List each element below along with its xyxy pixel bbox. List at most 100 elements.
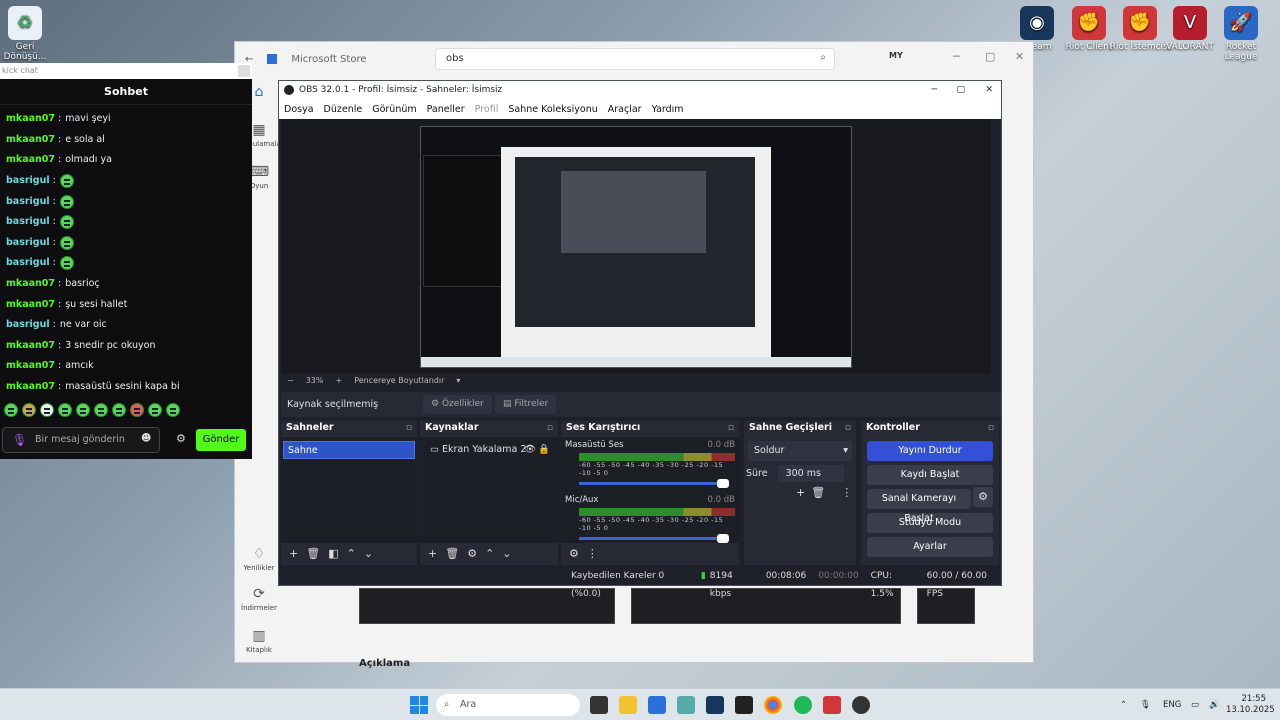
store-icon[interactable] (648, 696, 666, 714)
screenshot-thumb[interactable] (631, 588, 901, 624)
menu-file[interactable]: Dosya (284, 100, 314, 119)
menu-tools[interactable]: Araçlar (608, 100, 642, 119)
chat-username[interactable]: basrigul (6, 233, 50, 253)
valorant-icon[interactable] (823, 696, 841, 714)
scene-item[interactable]: Sahne (283, 441, 415, 459)
store-search-input[interactable]: obs ⌕ (435, 48, 835, 70)
volume-slider[interactable] (579, 534, 729, 543)
chevron-down-icon[interactable]: ⌄ (502, 543, 511, 565)
more-icon[interactable]: ⋮ (841, 486, 852, 499)
zoom-out-icon[interactable]: − (287, 373, 294, 389)
microphone-icon[interactable]: 🎙 (1140, 689, 1151, 720)
emote-icon[interactable] (76, 403, 90, 418)
close-icon[interactable]: ✕ (1015, 50, 1024, 63)
trash-icon[interactable]: 🗑 (445, 543, 459, 565)
nav-library[interactable]: ▥ Kitaplık (239, 628, 279, 654)
clock[interactable]: 21:55 13.10.2025 (1226, 694, 1275, 716)
microphone-icon[interactable]: 🎙 (12, 433, 27, 447)
user-avatar[interactable]: MY (889, 51, 903, 60)
chat-username[interactable]: basrigul (6, 212, 50, 232)
emote-icon[interactable] (58, 403, 72, 418)
chat-username[interactable]: basrigul (6, 315, 50, 335)
chat-username[interactable]: mkaan07 (6, 130, 55, 150)
volume-icon[interactable]: 🔊 (1209, 689, 1220, 720)
menu-docks[interactable]: Paneller (427, 100, 465, 119)
chevron-up-icon[interactable]: ⌃ (485, 543, 494, 565)
menu-edit[interactable]: Düzenle (324, 100, 363, 119)
gear-icon[interactable]: ⚙ (569, 543, 579, 565)
menu-profile[interactable]: Profil (475, 100, 499, 119)
screenshot-thumb[interactable] (917, 588, 975, 624)
transition-select[interactable]: Soldur ▾ (748, 441, 852, 461)
chat-username[interactable]: basrigul (6, 171, 50, 191)
emote-icon[interactable] (130, 403, 144, 418)
lock-icon[interactable]: 🔒 (538, 441, 550, 459)
add-icon[interactable]: + (289, 543, 298, 565)
menu-help[interactable]: Yardım (652, 100, 684, 119)
windows-start-icon[interactable] (410, 696, 428, 714)
add-icon[interactable]: + (796, 486, 805, 499)
trash-icon[interactable]: 🗑 (811, 486, 825, 499)
display-icon[interactable]: ▭ (1191, 689, 1199, 720)
desktop-icon-recycle-bin[interactable]: ♻ Geri Dönüşü... (0, 6, 56, 62)
chat-username[interactable]: mkaan07 (6, 377, 55, 397)
emote-icon[interactable] (112, 403, 126, 418)
emote-icon[interactable] (4, 403, 18, 418)
maximize-icon[interactable]: ▢ (956, 81, 965, 100)
spotify-icon[interactable] (794, 696, 812, 714)
snipping-tool-icon[interactable] (677, 696, 695, 714)
minimize-icon[interactable]: ─ (932, 81, 937, 100)
chevron-down-icon[interactable]: ⌄ (364, 543, 373, 565)
tray-chevron-up-icon[interactable]: ⌃ (1120, 689, 1127, 720)
emote-icon[interactable] (166, 403, 180, 418)
file-explorer-icon[interactable] (619, 696, 637, 714)
send-button[interactable]: Gönder (196, 429, 246, 451)
trash-icon[interactable]: 🗑 (306, 543, 320, 565)
filter-icon[interactable]: ◧ (328, 543, 338, 565)
close-icon[interactable]: ✕ (985, 81, 993, 100)
chat-settings-gear-icon[interactable]: ⚙ (176, 432, 186, 445)
eye-icon[interactable]: 👁 (524, 441, 536, 459)
search-icon[interactable]: ⌕ (820, 52, 826, 63)
chat-username[interactable]: mkaan07 (6, 109, 55, 129)
filters-button[interactable]: ▤ Filtreler (495, 395, 557, 414)
chat-username[interactable]: basrigul (6, 192, 50, 212)
language-indicator[interactable]: ENG (1163, 689, 1181, 720)
maximize-icon[interactable]: ▢ (985, 50, 995, 63)
chat-username[interactable]: mkaan07 (6, 356, 55, 376)
zoom-mode[interactable]: Pencereye Boyutlandır (354, 373, 444, 389)
chat-username[interactable]: mkaan07 (6, 295, 55, 315)
more-icon[interactable]: ⋮ (587, 543, 598, 565)
settings-button[interactable]: Ayarlar (867, 537, 993, 557)
taskbar-search[interactable]: ⌕ Ara (436, 694, 580, 716)
chat-close-icon[interactable] (238, 65, 250, 77)
emote-icon[interactable] (148, 403, 162, 418)
desktop-icon-rocket-league[interactable]: 🚀 Rocket League (1210, 6, 1272, 62)
duration-input[interactable]: 300 ms (777, 465, 844, 482)
menu-scene-collection[interactable]: Sahne Koleksiyonu (508, 100, 597, 119)
virtual-camera-gear-icon[interactable]: ⚙ (973, 487, 993, 507)
zoom-in-icon[interactable]: + (335, 373, 342, 389)
stop-streaming-button[interactable]: Yayını Durdur (867, 441, 993, 461)
menu-view[interactable]: Görünüm (372, 100, 416, 119)
chat-username[interactable]: mkaan07 (6, 150, 55, 170)
start-virtual-camera-button[interactable]: Sanal Kamerayı Başlat (867, 489, 971, 524)
task-view-icon[interactable] (590, 696, 608, 714)
chat-username[interactable]: mkaan07 (6, 274, 55, 294)
emote-icon[interactable] (22, 403, 36, 418)
obs-preview[interactable] (281, 119, 991, 373)
minimize-icon[interactable]: ─ (953, 50, 960, 63)
studio-mode-button[interactable]: Stüdyo Modu (867, 513, 993, 533)
chat-url-bar[interactable]: kick chat (0, 63, 252, 79)
emote-icon[interactable] (40, 403, 54, 418)
emoji-icon[interactable]: ☻ (141, 433, 151, 444)
chevron-down-icon[interactable]: ▾ (456, 373, 460, 389)
emote-icon[interactable] (94, 403, 108, 418)
chrome-icon[interactable] (764, 696, 782, 714)
chat-username[interactable]: basrigul (6, 253, 50, 273)
source-item[interactable]: ▭ Ekran Yakalama 2 👁 🔒 (422, 441, 556, 459)
nav-whats-new[interactable]: ♢ Yenilikler (239, 546, 279, 572)
obs-icon[interactable] (852, 696, 870, 714)
chevron-up-icon[interactable]: ⌃ (347, 543, 356, 565)
start-recording-button[interactable]: Kaydı Başlat (867, 465, 993, 485)
